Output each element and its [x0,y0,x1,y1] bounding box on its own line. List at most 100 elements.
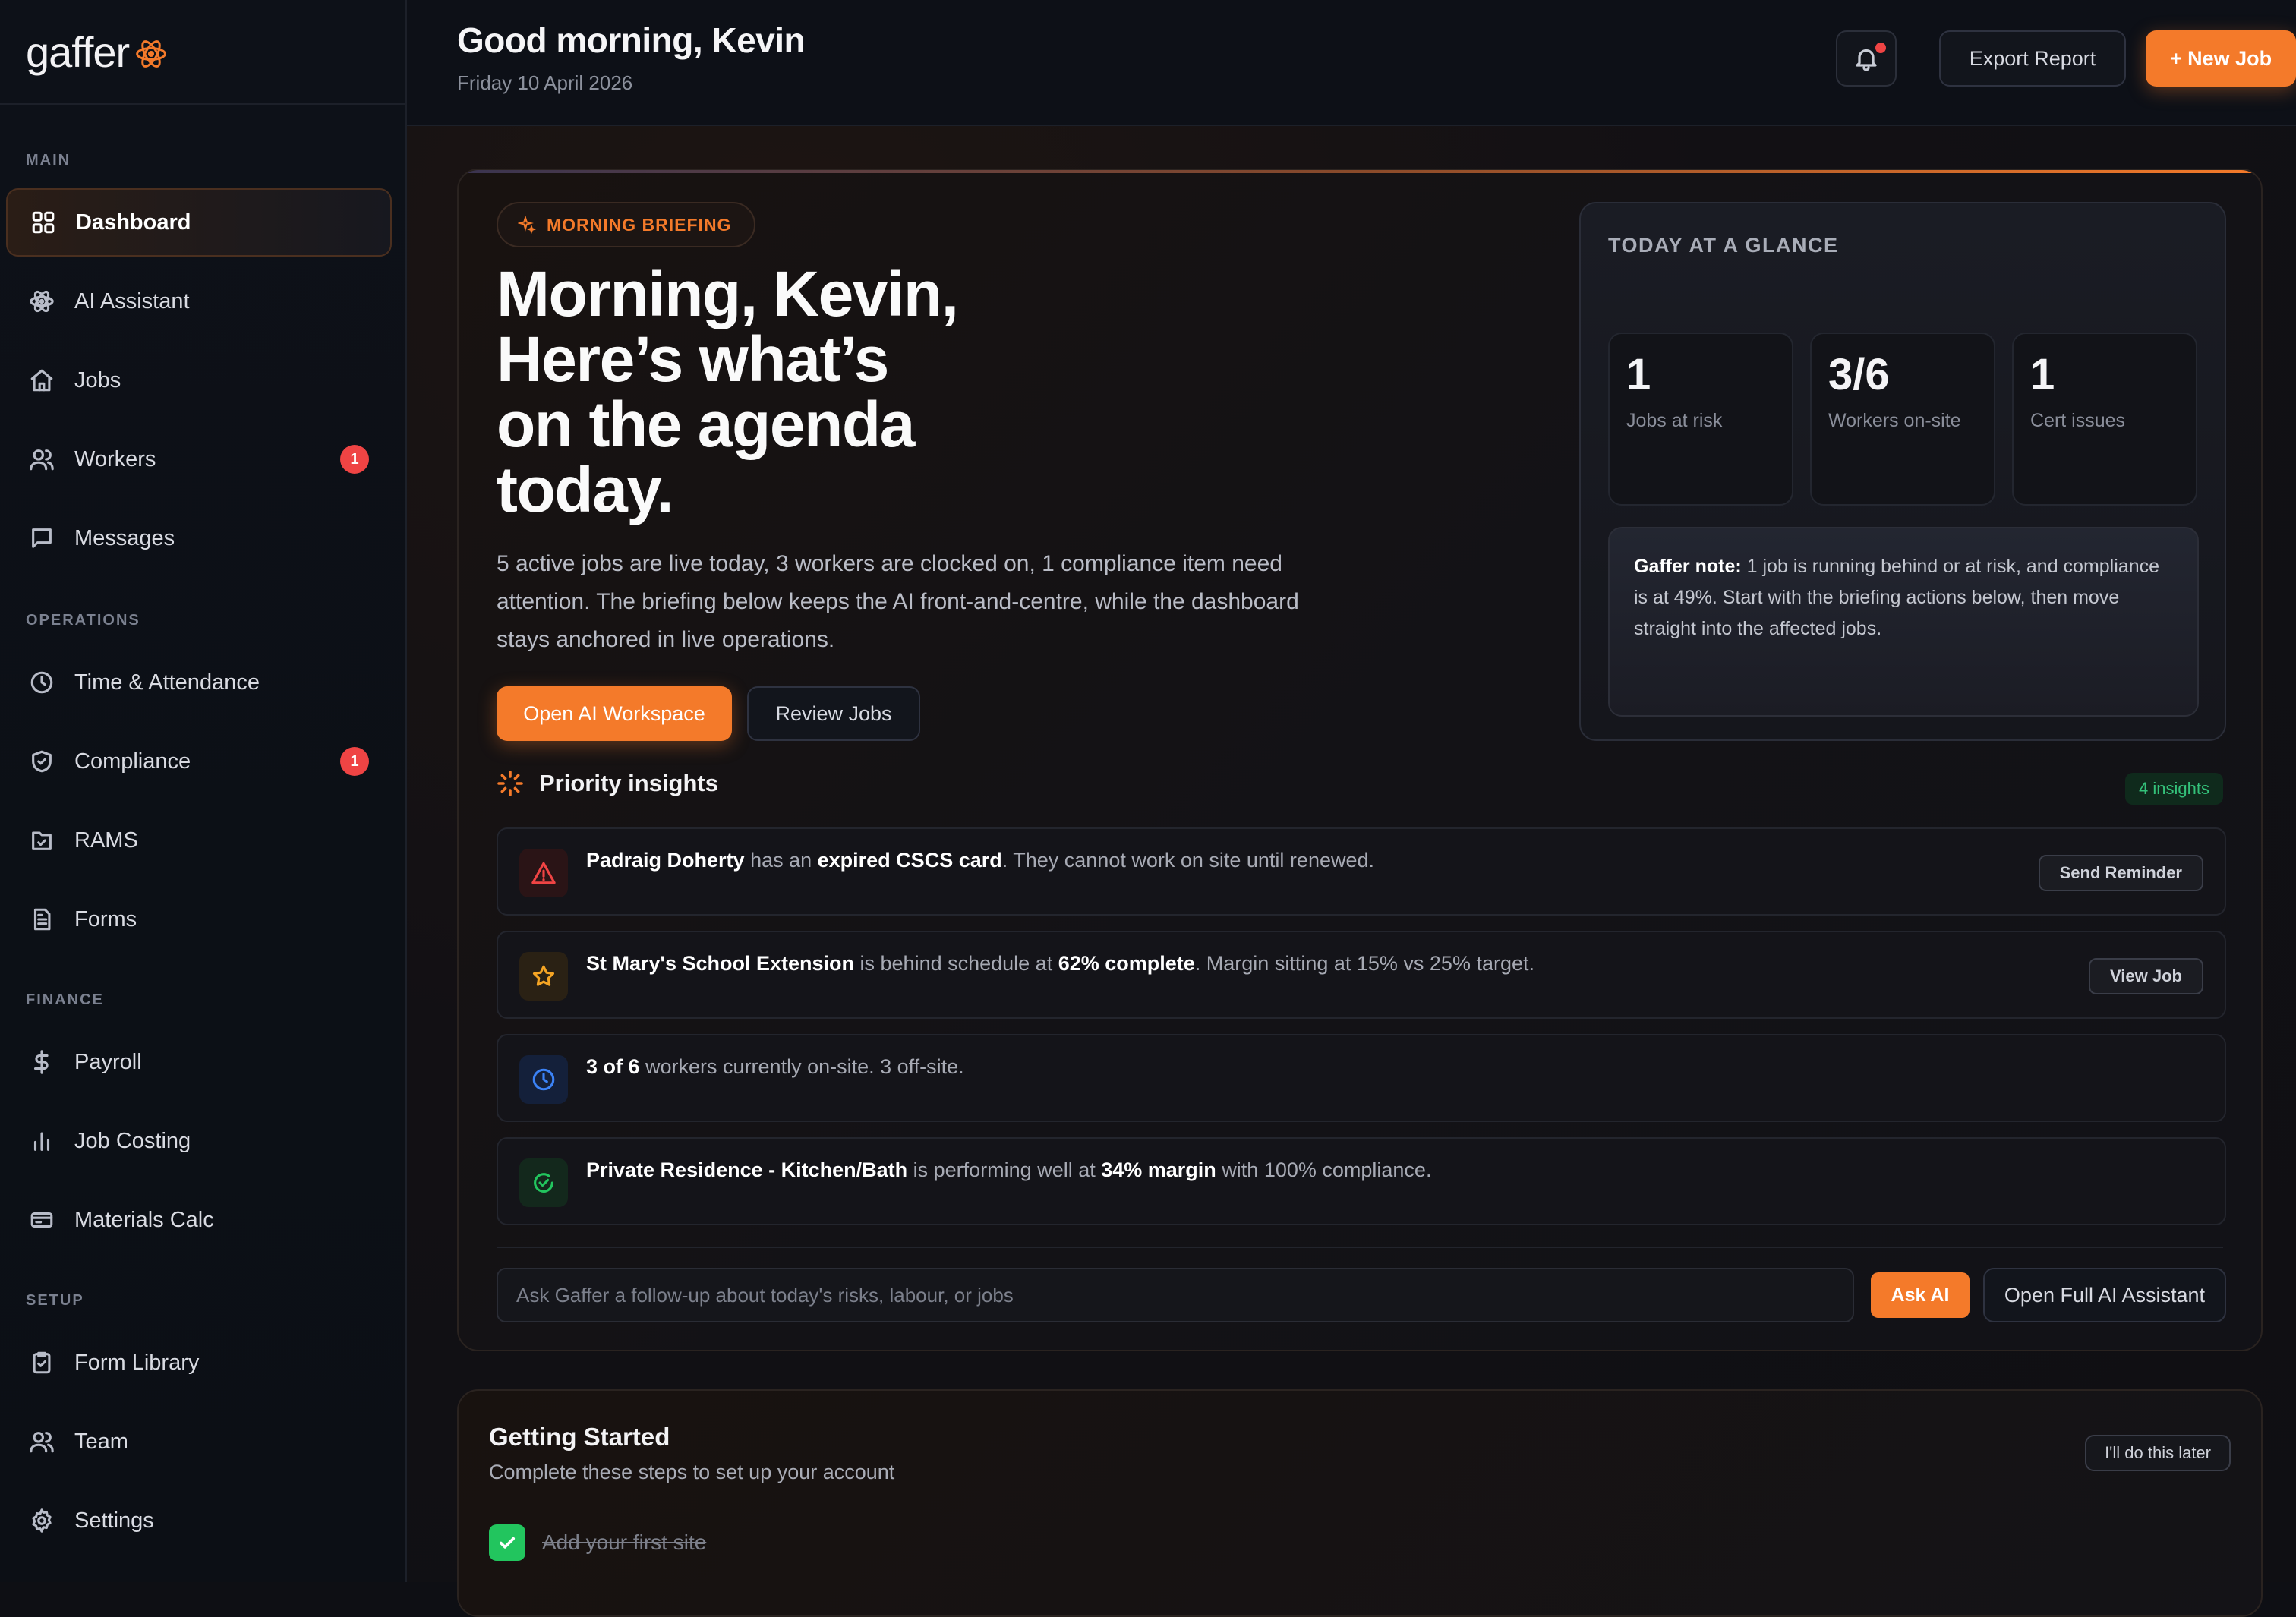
star-icon [519,952,568,1001]
sidebar-item-label: Messages [74,525,175,550]
sidebar-item-team[interactable]: Team [6,1407,392,1476]
sidebar-item-label: Materials Calc [74,1207,214,1232]
insight-highlight: Private Residence - Kitchen/Bath [586,1158,908,1181]
workers-count-badge: 1 [340,445,369,474]
atom-icon [29,288,55,314]
insights-count-badge: 4 insights [2125,773,2223,805]
review-jobs-button[interactable]: Review Jobs [747,686,920,741]
briefing-pill-label: MORNING BRIEFING [547,214,732,235]
sidebar-item-jobs[interactable]: Jobs [6,346,392,414]
insight-highlight: expired CSCS card [817,849,1002,872]
sidebar-item-label: Forms [74,906,137,931]
grid-icon [30,210,56,235]
sidebar-item-rams[interactable]: RAMS [6,806,392,875]
insight-highlight: Padraig Doherty [586,849,745,872]
gear-icon [29,1508,55,1533]
dollar-icon [29,1049,55,1075]
open-ai-workspace-button[interactable]: Open AI Workspace [497,686,732,741]
sidebar-item-job-costing[interactable]: Job Costing [6,1107,392,1175]
do-this-later-button[interactable]: I'll do this later [2085,1435,2231,1471]
stat-jobs-at-risk[interactable]: 1 Jobs at risk [1608,333,1793,506]
bar-chart-icon [29,1128,55,1154]
sidebar-item-label: Team [74,1429,128,1454]
ask-gaffer-input[interactable] [497,1268,1854,1322]
stat-value: 3/6 [1828,350,1890,399]
gaffer-note-label: Gaffer note: [1634,556,1742,577]
shield-icon [29,749,55,774]
view-job-button[interactable]: View Job [2089,958,2203,994]
insight-segment: is performing well at [907,1158,1102,1181]
sidebar-item-materials-calc[interactable]: Materials Calc [6,1186,392,1254]
sidebar-item-time-attendance[interactable]: Time & Attendance [6,648,392,717]
notifications-button[interactable] [1836,30,1897,87]
insight-highlight: 34% margin [1101,1158,1216,1181]
current-date: Friday 10 April 2026 [457,71,633,94]
card-accent-line [459,170,2261,173]
step-label: Add your first site [542,1530,707,1554]
warning-icon [519,849,568,897]
loader-icon [497,771,523,796]
brand-logo[interactable]: gaffer [0,0,405,105]
insight-highlight: 3 of 6 [586,1055,640,1078]
ask-ai-button[interactable]: Ask AI [1871,1272,1970,1318]
sidebar-item-label: Payroll [74,1049,142,1074]
new-job-button[interactable]: + New Job [2146,30,2296,87]
nav-section-operations: OPERATIONS [26,612,140,629]
page-greeting: Good morning, Kevin [457,20,806,60]
sparkle-icon [518,216,536,234]
getting-started-card: Getting Started Complete these steps to … [457,1389,2263,1617]
morning-briefing-card: MORNING BRIEFING Morning, Kevin, Here’s … [457,169,2263,1351]
sidebar-item-payroll[interactable]: Payroll [6,1028,392,1096]
stat-value: 1 [1626,350,1651,399]
headline-line: on the agenda [497,389,915,460]
sidebar-item-ai-assistant[interactable]: AI Assistant [6,267,392,336]
stat-cert-issues[interactable]: 1 Cert issues [2012,333,2197,506]
open-full-ai-assistant-button[interactable]: Open Full AI Assistant [1983,1268,2226,1322]
getting-started-subtitle: Complete these steps to set up your acco… [489,1461,895,1483]
insight-segment: has an [744,849,818,872]
clock-icon [29,670,55,695]
briefing-summary: 5 active jobs are live today, 3 workers … [497,551,1299,652]
sidebar-item-workers[interactable]: Workers 1 [6,425,392,493]
check-icon [499,1537,516,1549]
briefing-pill: MORNING BRIEFING [497,202,756,247]
stat-label: Cert issues [2030,410,2126,431]
export-report-button[interactable]: Export Report [1939,30,2126,87]
insight-segment: is behind schedule at [854,952,1058,975]
sidebar-item-settings[interactable]: Settings [6,1486,392,1555]
sidebar-item-label: RAMS [74,827,138,853]
sidebar: gaffer MAIN Dashboard AI Assistant Jobs … [0,0,407,1582]
sidebar-item-dashboard[interactable]: Dashboard [6,188,392,257]
stat-workers-on-site[interactable]: 3/6 Workers on-site [1810,333,1995,506]
sidebar-item-label: AI Assistant [74,288,190,314]
sidebar-item-form-library[interactable]: Form Library [6,1329,392,1397]
sidebar-item-label: Jobs [74,367,121,392]
sidebar-item-label: Compliance [74,749,191,774]
send-reminder-button[interactable]: Send Reminder [2038,855,2203,891]
insight-text: Padraig Doherty has an expired CSCS card… [586,849,1374,872]
message-icon [29,525,55,551]
clock-icon [519,1055,568,1104]
sidebar-item-compliance[interactable]: Compliance 1 [6,727,392,796]
insight-text: Private Residence - Kitchen/Bath is perf… [586,1158,1431,1182]
nav-section-main: MAIN [26,152,71,169]
setup-step[interactable]: Add your first site [489,1524,706,1561]
step-checkbox[interactable] [489,1524,525,1561]
insight-segment: . Margin sitting at 15% vs 25% target. [1194,952,1534,975]
glance-title: TODAY AT A GLANCE [1608,234,1839,257]
headline-line: Morning, Kevin, [497,258,959,329]
sidebar-item-label: Job Costing [74,1128,191,1153]
priority-insights-title: Priority insights [539,770,718,796]
sidebar-item-label: Workers [74,446,156,471]
priority-insights-heading: Priority insights [497,770,718,797]
sidebar-item-label: Settings [74,1508,154,1533]
notification-dot [1875,43,1886,53]
users-icon [29,446,55,472]
insight-segment: with 100% compliance. [1216,1158,1432,1181]
brand-name: gaffer [26,27,130,76]
card-icon [29,1207,55,1233]
divider [497,1247,2223,1248]
sidebar-item-forms[interactable]: Forms [6,885,392,953]
sidebar-item-messages[interactable]: Messages [6,504,392,572]
insight-row: Padraig Doherty has an expired CSCS card… [497,827,2226,916]
